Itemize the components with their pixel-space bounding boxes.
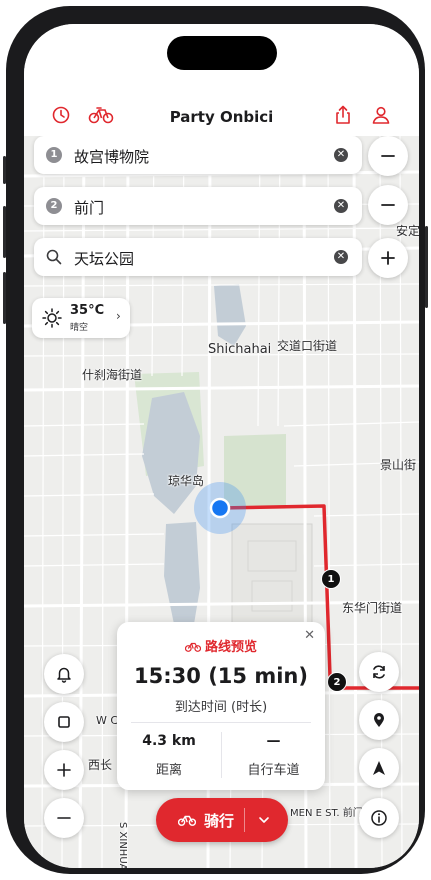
stop-field-1[interactable]: 1 故宫博物院 ✕ [34, 136, 362, 174]
refresh-icon [373, 665, 385, 679]
minus-icon [381, 155, 395, 157]
map-label-shichahai: Shichahai [208, 342, 272, 357]
destination-field[interactable]: 天坛公园 ✕ [34, 238, 362, 276]
pin-button[interactable] [359, 700, 399, 740]
reverse-route-button[interactable] [359, 652, 399, 692]
arrival-time-caption: 到达时间 (时长) [174, 700, 268, 715]
zoom-out-button[interactable] [44, 798, 84, 838]
stop-field-2[interactable]: 2 前门 ✕ [34, 187, 362, 225]
route-marker-1[interactable]: 1 [321, 569, 341, 589]
ride-button-label: 骑行 [204, 812, 235, 830]
phone-frame: Shichahai 交道口街道 什刹海街道 景山街 琼华岛 东华门街道 安定 W… [3, 6, 428, 874]
bicycle-icon [178, 815, 196, 826]
map-label-qionghua: 琼华岛 [168, 474, 205, 488]
sun-icon [42, 308, 62, 328]
close-icon[interactable]: ✕ [304, 628, 315, 643]
map-pin-icon [374, 713, 384, 727]
ride-button[interactable]: 骑行 [156, 798, 288, 842]
distance-value: 4.3 km [142, 733, 196, 749]
stop-number-badge: 2 [46, 198, 62, 214]
map-label-xichang: 西长 [88, 758, 113, 772]
power-button [425, 226, 428, 308]
map-label-xinhua: S XINHUA [117, 822, 128, 868]
bell-icon [57, 667, 71, 683]
map-label-qianmen-street: MEN E ST. 前门 [290, 808, 363, 819]
app-title: Party Onbici [169, 108, 274, 126]
screen: Shichahai 交道口街道 什刹海街道 景山街 琼华岛 东华门街道 安定 W… [24, 24, 419, 868]
minus-icon [381, 204, 395, 206]
current-location-dot [209, 497, 231, 519]
card-divider [131, 722, 311, 723]
weather-widget[interactable]: 35°C 晴空 › [32, 298, 130, 338]
chevron-down-icon[interactable] [258, 815, 270, 825]
ride-button-divider [244, 808, 245, 832]
plus-icon [57, 763, 71, 777]
dynamic-island [167, 36, 277, 70]
map-label-donghuamen: 东华门街道 [342, 601, 403, 615]
map-label-shichahai-street: 什刹海街道 [82, 368, 143, 382]
volume-up-button [3, 206, 6, 258]
layer-button[interactable] [44, 702, 84, 742]
weather-condition: 晴空 [70, 323, 89, 333]
bike-lane-value: — [266, 733, 281, 749]
stop-label: 故宫博物院 [74, 148, 150, 166]
stop-label: 天坛公园 [74, 250, 135, 268]
info-button[interactable] [359, 798, 399, 838]
info-icon [371, 810, 387, 826]
map-label-west-road: W C [96, 714, 119, 727]
minus-icon [57, 817, 71, 819]
clear-icon[interactable]: ✕ [334, 199, 348, 213]
arrival-time: 15:30 (15 min) [134, 664, 308, 688]
card-title: 路线预览 [204, 640, 257, 655]
chevron-right-icon: › [116, 309, 121, 323]
clear-icon[interactable]: ✕ [334, 148, 348, 162]
stop-number-badge: 1 [46, 147, 62, 163]
action-button [3, 156, 6, 184]
stop-label: 前门 [74, 199, 105, 217]
bike-lane-caption: 自行车道 [247, 763, 300, 778]
plus-icon [381, 251, 395, 265]
weather-temperature: 35°C [70, 303, 105, 318]
route-marker-2[interactable]: 2 [327, 672, 347, 692]
map-label-jingshan: 景山街 [380, 458, 417, 472]
recenter-button[interactable] [359, 748, 399, 788]
person-icon[interactable] [370, 104, 392, 126]
bicycle-icon [184, 642, 202, 652]
map-label-jiaodaokou: 交道口街道 [277, 339, 338, 353]
map-label-anding: 安定 [396, 224, 419, 238]
clear-icon[interactable]: ✕ [334, 250, 348, 264]
volume-down-button [3, 272, 6, 324]
remove-stop-2-button[interactable] [368, 185, 408, 225]
alerts-button[interactable] [44, 654, 84, 694]
add-stop-button[interactable] [368, 238, 408, 278]
distance-caption: 距离 [155, 763, 182, 778]
square-icon [58, 716, 70, 728]
remove-stop-1-button[interactable] [368, 136, 408, 176]
navigation-arrow-icon [373, 761, 385, 775]
search-icon [46, 249, 62, 265]
card-header: 路线预览 [117, 636, 325, 655]
zoom-in-button[interactable] [44, 750, 84, 790]
route-preview-card: 路线预览 ✕ 15:30 (15 min) 到达时间 (时长) 4.3 km 距… [117, 622, 325, 790]
share-icon[interactable] [332, 104, 354, 126]
